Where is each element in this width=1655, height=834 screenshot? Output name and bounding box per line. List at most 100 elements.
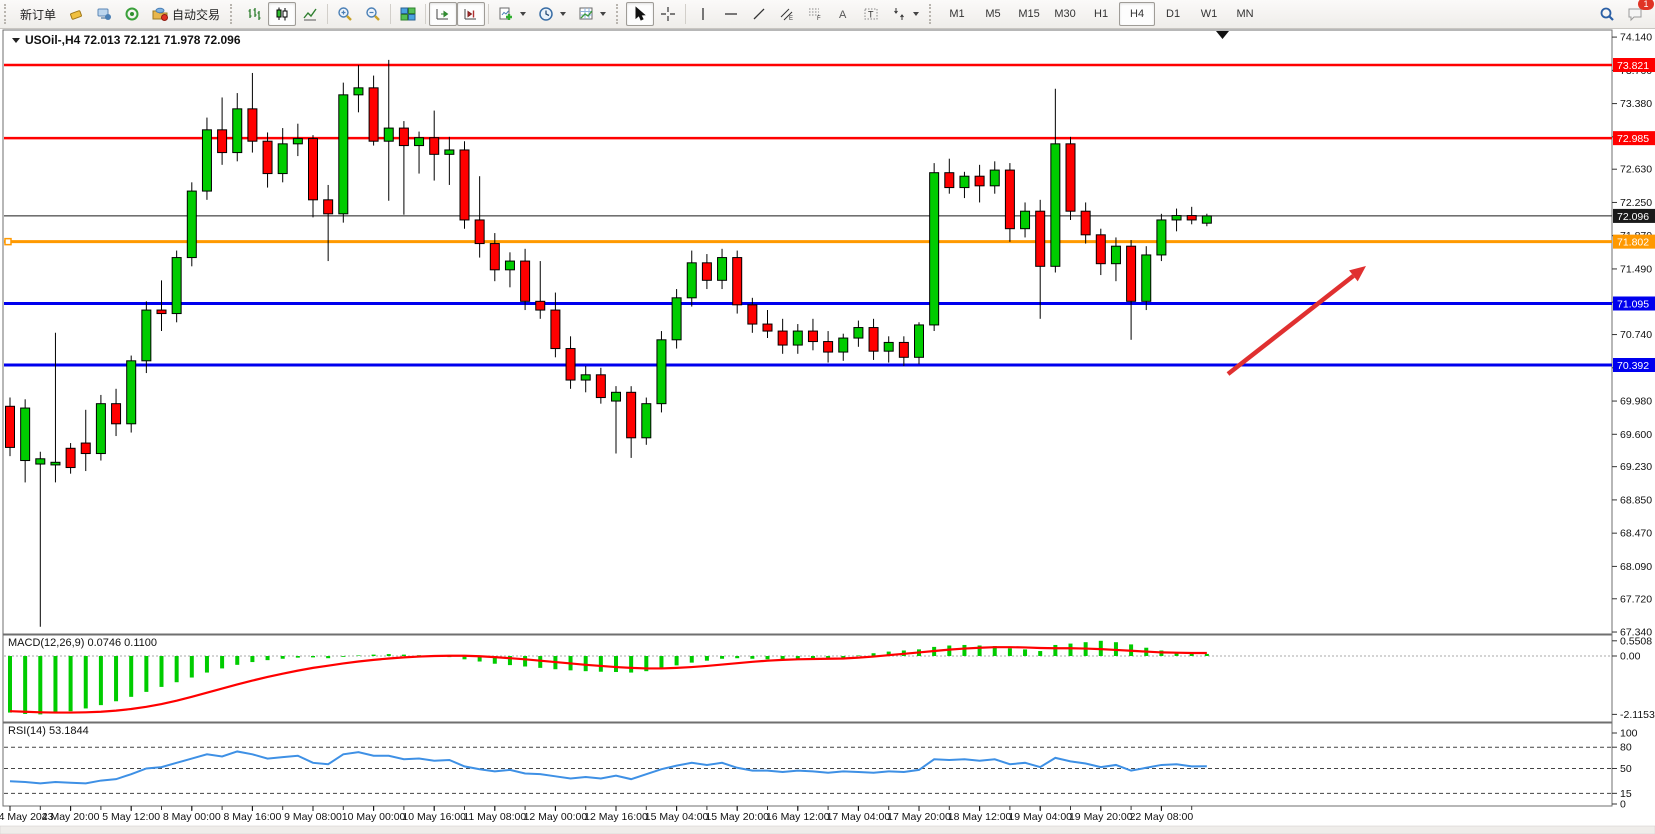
fibonacci-tool-button[interactable]: F xyxy=(801,2,829,26)
candle-body xyxy=(324,200,333,214)
candlestick-mode-button[interactable] xyxy=(268,2,296,26)
vertical-line-tool-button[interactable] xyxy=(689,2,717,26)
timeframe-button-w1[interactable]: W1 xyxy=(1191,2,1227,26)
zoom-in-icon xyxy=(337,6,353,22)
label-tool-button[interactable]: T xyxy=(857,2,885,26)
main-chart-panel xyxy=(3,30,1612,634)
trading-app-window: 新订单 自动交易 xyxy=(0,0,1655,834)
candle-body xyxy=(218,130,227,153)
templates-button[interactable] xyxy=(572,2,612,26)
macd-histogram-bar xyxy=(1069,644,1073,656)
toolbar-grip xyxy=(4,4,11,24)
chart-shift-button[interactable] xyxy=(457,2,485,26)
candle-body xyxy=(718,258,727,281)
candle-body xyxy=(1096,235,1105,264)
macd-axis-label: -2.1153 xyxy=(1620,709,1655,721)
auto-scroll-button[interactable] xyxy=(429,2,457,26)
search-button[interactable] xyxy=(1593,2,1621,26)
macd-histogram-bar xyxy=(53,656,57,713)
dropdown-arrow-icon xyxy=(600,12,606,16)
timeframe-button-mn[interactable]: MN xyxy=(1227,2,1263,26)
candlestick-icon xyxy=(274,6,290,22)
signals-button[interactable] xyxy=(118,2,146,26)
line-chart-mode-button[interactable] xyxy=(296,2,324,26)
time-axis-label: 22 May 08:00 xyxy=(1130,811,1194,823)
text-tool-button[interactable]: A xyxy=(829,2,857,26)
macd-histogram-bar xyxy=(584,656,588,671)
candle-body xyxy=(415,138,424,146)
time-axis-label: 17 May 20:00 xyxy=(887,811,951,823)
timeframe-button-d1[interactable]: D1 xyxy=(1155,2,1191,26)
auto-trading-button[interactable]: 自动交易 xyxy=(146,2,226,26)
channel-tool-button[interactable]: E xyxy=(773,2,801,26)
macd-histogram-bar xyxy=(69,656,73,711)
clock-icon xyxy=(538,6,554,22)
history-center-button[interactable] xyxy=(62,2,90,26)
time-axis-label: 12 May 00:00 xyxy=(524,811,588,823)
arrows-tool-button[interactable] xyxy=(885,2,925,26)
macd-histogram-bar xyxy=(266,656,270,660)
timeframe-button-m1[interactable]: M1 xyxy=(939,2,975,26)
candle-body xyxy=(778,331,787,345)
tile-windows-button[interactable] xyxy=(394,2,422,26)
chart-canvas[interactable]: 74.14073.76073.38073.00072.63072.25071.8… xyxy=(0,0,1655,834)
candle-body xyxy=(263,141,272,173)
dropdown-arrow-icon xyxy=(520,12,526,16)
horizontal-line-tool-button[interactable] xyxy=(717,2,745,26)
macd-histogram-bar xyxy=(1038,651,1042,656)
candle-body xyxy=(1066,144,1075,211)
candle-body xyxy=(1157,220,1166,255)
macd-histogram-bar xyxy=(356,655,360,656)
crosshair-tool-button[interactable] xyxy=(654,2,682,26)
timeframe-button-m5[interactable]: M5 xyxy=(975,2,1011,26)
candle-body xyxy=(1005,170,1014,229)
timeframe-button-h1[interactable]: H1 xyxy=(1083,2,1119,26)
macd-histogram-bar xyxy=(599,656,603,672)
symbol-dropdown-icon[interactable] xyxy=(12,38,20,43)
toolbar-grip xyxy=(616,4,623,24)
price-axis-tick-label: 68.850 xyxy=(1620,494,1652,506)
fibonacci-icon: F xyxy=(807,6,823,22)
zoom-in-button[interactable] xyxy=(331,2,359,26)
svg-text:A: A xyxy=(839,9,847,21)
tile-windows-icon xyxy=(400,6,416,22)
macd-histogram-bar xyxy=(538,656,542,668)
new-order-button[interactable]: 新订单 xyxy=(14,2,62,26)
macd-histogram-bar xyxy=(705,656,709,661)
toolbar-grip xyxy=(230,4,237,24)
new-chart-button[interactable] xyxy=(492,2,532,26)
notifications-button[interactable]: 1 xyxy=(1621,2,1649,26)
timeframe-button-m30[interactable]: M30 xyxy=(1047,2,1083,26)
candle-body xyxy=(702,263,711,280)
macd-histogram-bar xyxy=(220,656,224,668)
candle-body xyxy=(793,331,802,345)
candle-body xyxy=(521,261,530,301)
dropdown-arrow-icon xyxy=(913,12,919,16)
candle-body xyxy=(1187,216,1196,220)
status-strip xyxy=(0,826,1655,834)
time-axis-label: 4 May 20:00 xyxy=(42,811,100,823)
zoom-out-button[interactable] xyxy=(359,2,387,26)
periods-button[interactable] xyxy=(532,2,572,26)
arrows-icon xyxy=(891,6,907,22)
timeframe-button-m15[interactable]: M15 xyxy=(1011,2,1047,26)
timeframe-button-h4[interactable]: H4 xyxy=(1119,2,1155,26)
candle-body xyxy=(248,109,257,141)
macd-axis-label: 0.5508 xyxy=(1620,635,1652,647)
time-axis-label: 10 May 16:00 xyxy=(402,811,466,823)
new-chart-icon xyxy=(498,6,514,22)
trendline-tool-button[interactable] xyxy=(745,2,773,26)
candle-body xyxy=(233,109,242,153)
candle-body xyxy=(581,375,590,380)
signals-icon xyxy=(124,6,140,22)
candle-body xyxy=(369,88,378,141)
macd-histogram-bar xyxy=(296,656,300,658)
macd-panel xyxy=(3,635,1612,722)
candle-body xyxy=(127,361,136,424)
terminal-button[interactable] xyxy=(90,2,118,26)
candle-body xyxy=(657,340,666,404)
time-axis-label: 12 May 16:00 xyxy=(584,811,648,823)
bar-chart-mode-button[interactable] xyxy=(240,2,268,26)
candle-body xyxy=(1051,144,1060,266)
cursor-tool-button[interactable] xyxy=(626,2,654,26)
